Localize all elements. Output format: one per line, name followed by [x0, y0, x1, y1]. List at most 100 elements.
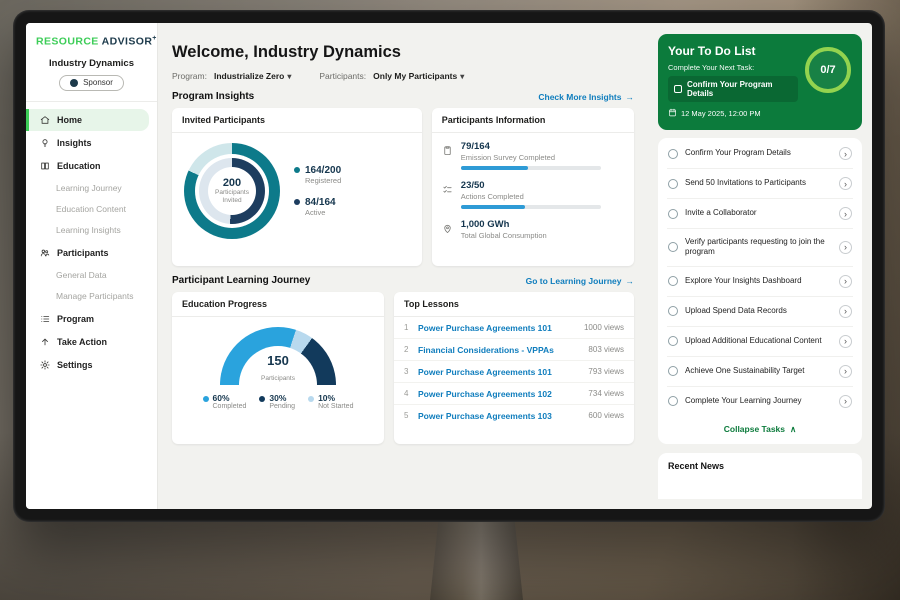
legend-value: 84/164: [305, 197, 336, 208]
chevron-right-icon[interactable]: ›: [839, 305, 852, 318]
gauge-legend: 60% Completed 30% Pending: [172, 394, 384, 410]
chevron-right-icon[interactable]: ›: [839, 395, 852, 408]
participants-information-card: Participants Information 79/164 Emission…: [432, 108, 634, 266]
program-filter-dropdown[interactable]: Industrialize Zero ▾: [214, 71, 291, 81]
next-task-row[interactable]: Confirm Your Program Details: [668, 76, 798, 102]
lesson-link[interactable]: Power Purchase Agreements 101: [418, 367, 580, 377]
legend-value: 30%: [269, 394, 295, 403]
lesson-views: 600 views: [588, 411, 624, 420]
task-row[interactable]: Verify participants requesting to join t…: [667, 229, 853, 267]
chevron-right-icon[interactable]: ›: [839, 275, 852, 288]
bulb-icon: [40, 138, 50, 148]
lesson-link[interactable]: Power Purchase Agreements 103: [418, 411, 580, 421]
go-to-learning-journey-link[interactable]: Go to Learning Journey →: [526, 276, 634, 286]
chevron-right-icon[interactable]: ›: [839, 365, 852, 378]
chevron-right-icon[interactable]: ›: [839, 147, 852, 160]
lesson-link[interactable]: Power Purchase Agreements 102: [418, 389, 580, 399]
lesson-views: 803 views: [588, 345, 624, 354]
sidebar-item-education-content[interactable]: Education Content: [26, 199, 157, 220]
lesson-row: 4 Power Purchase Agreements 102 734 view…: [394, 383, 634, 405]
logo-sup: +: [152, 35, 157, 42]
learning-cards-row: Education Progress 150 Participants: [172, 292, 634, 444]
collapse-label: Collapse Tasks: [724, 424, 785, 435]
sidebar-item-manage-participants[interactable]: Manage Participants: [26, 286, 157, 307]
task-checkbox[interactable]: [668, 276, 678, 286]
blue-dot-icon: [203, 396, 209, 402]
sidebar-item-settings[interactable]: Settings: [26, 354, 149, 376]
collapse-tasks-link[interactable]: Collapse Tasks ∧: [667, 416, 853, 443]
task-row[interactable]: Achieve One Sustainability Target ›: [667, 357, 853, 387]
teal-dot-icon: [294, 167, 300, 173]
task-checkbox[interactable]: [668, 179, 678, 189]
lesson-link[interactable]: Power Purchase Agreements 101: [418, 323, 576, 333]
sidebar-item-education[interactable]: Education: [26, 155, 149, 177]
task-row[interactable]: Upload Additional Educational Content ›: [667, 327, 853, 357]
task-row[interactable]: Invite a Collaborator ›: [667, 199, 853, 229]
task-row[interactable]: Complete Your Learning Journey ›: [667, 387, 853, 416]
legend-label: Pending: [269, 403, 295, 410]
legend-active: 84/164 Active: [294, 197, 341, 217]
task-checkbox[interactable]: [668, 242, 678, 252]
checklist-icon: [442, 182, 453, 193]
sidebar: RESOURCE ADVISOR+ Industry Dynamics Spon…: [26, 23, 158, 509]
info-label: Total Global Consumption: [461, 231, 547, 240]
check-more-insights-link[interactable]: Check More Insights →: [538, 92, 634, 102]
chevron-right-icon[interactable]: ›: [839, 335, 852, 348]
sidebar-item-learning-journey[interactable]: Learning Journey: [26, 178, 157, 199]
task-checkbox[interactable]: [668, 336, 678, 346]
home-icon: [40, 115, 50, 125]
chevron-right-icon[interactable]: ›: [839, 207, 852, 220]
task-row[interactable]: Send 50 Invitations to Participants ›: [667, 169, 853, 199]
progress-bar: [461, 205, 601, 209]
upload-icon: [40, 337, 50, 347]
lesson-link[interactable]: Financial Considerations - VPPAs: [418, 345, 580, 355]
recent-news-card: Recent News: [658, 453, 862, 499]
sidebar-item-program[interactable]: Program: [26, 308, 149, 330]
task-checkbox[interactable]: [668, 209, 678, 219]
sponsor-badge[interactable]: Sponsor: [59, 75, 124, 91]
lesson-row: 5 Power Purchase Agreements 103 600 view…: [394, 405, 634, 426]
task-label: Complete Your Learning Journey: [685, 396, 832, 406]
top-lessons-card: Top Lessons 1 Power Purchase Agreements …: [394, 292, 634, 444]
donut-chart: 200 Participants Invited: [184, 143, 280, 239]
task-row[interactable]: Upload Spend Data Records ›: [667, 297, 853, 327]
legend-label: Completed: [213, 403, 247, 410]
sponsor-icon: [70, 79, 78, 87]
people-icon: [40, 248, 50, 258]
sidebar-item-take-action[interactable]: Take Action: [26, 331, 149, 353]
lesson-rank: 5: [404, 411, 410, 420]
lesson-rank: 1: [404, 323, 410, 332]
info-row-actions: 23/50 Actions Completed: [432, 172, 634, 211]
arrow-right-icon: →: [626, 276, 635, 286]
location-pin-icon: [442, 221, 453, 232]
list-icon: [40, 314, 50, 324]
sidebar-item-participants[interactable]: Participants: [26, 242, 149, 264]
sidebar-item-learning-insights[interactable]: Learning Insights: [26, 220, 157, 241]
gauge-center-value: 150: [220, 354, 336, 367]
task-label: Upload Additional Educational Content: [685, 336, 832, 346]
todo-progress-ring: 0/7: [805, 47, 851, 93]
lesson-rank: 2: [404, 345, 410, 354]
todo-panel: Your To Do List Complete Your Next Task:…: [648, 23, 872, 509]
sidebar-item-insights[interactable]: Insights: [26, 132, 149, 154]
task-checkbox[interactable]: [668, 396, 678, 406]
chevron-right-icon[interactable]: ›: [839, 241, 852, 254]
invited-donut-chart: 200 Participants Invited 164/200 Registe…: [172, 133, 422, 249]
link-label: Check More Insights: [538, 92, 621, 102]
sidebar-item-home[interactable]: Home: [26, 109, 149, 131]
task-checkbox[interactable]: [668, 149, 678, 159]
learning-journey-header: Participant Learning Journey Go to Learn…: [172, 275, 634, 286]
task-row[interactable]: Confirm Your Program Details ›: [667, 139, 853, 169]
sidebar-item-label: Education: [57, 161, 101, 171]
checkbox-icon[interactable]: [674, 85, 682, 93]
gauge-center-caption: Participants: [261, 375, 295, 382]
chevron-right-icon[interactable]: ›: [839, 177, 852, 190]
task-checkbox[interactable]: [668, 306, 678, 316]
task-label: Verify participants requesting to join t…: [685, 237, 832, 258]
sidebar-item-general-data[interactable]: General Data: [26, 265, 157, 286]
participants-filter-dropdown[interactable]: Only My Participants ▾: [373, 71, 464, 81]
task-row[interactable]: Explore Your Insights Dashboard ›: [667, 267, 853, 297]
lesson-row: 1 Power Purchase Agreements 101 1000 vie…: [394, 317, 634, 339]
task-checkbox[interactable]: [668, 366, 678, 376]
info-progress-fill: [461, 205, 525, 209]
